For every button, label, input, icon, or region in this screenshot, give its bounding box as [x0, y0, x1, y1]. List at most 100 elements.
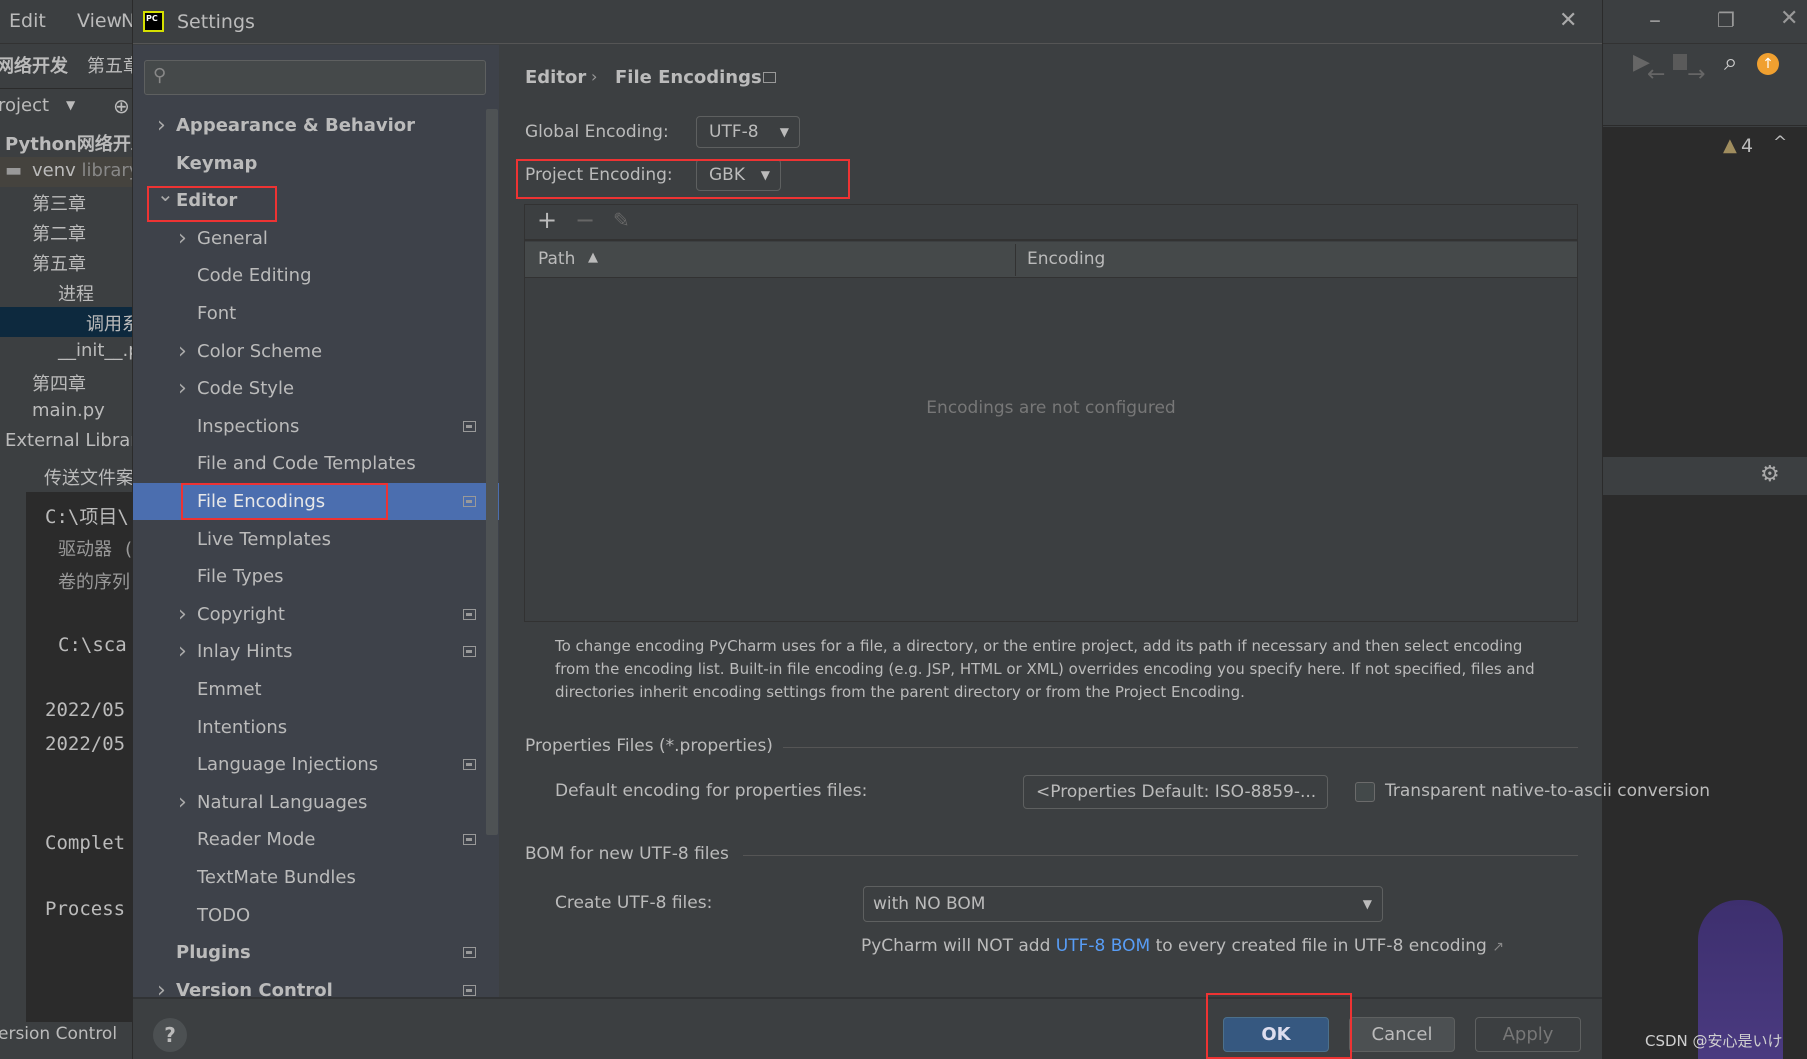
chevron-right-icon[interactable]: › [178, 633, 187, 670]
sidebar-item-code-editing[interactable]: Code Editing [133, 257, 499, 294]
sidebar-item-keymap[interactable]: Keymap [133, 145, 499, 182]
gear-icon[interactable]: ⚙ [1760, 462, 1780, 487]
chevron-up-icon[interactable]: ^ [1773, 133, 1787, 153]
close-icon[interactable]: ✕ [1559, 8, 1577, 33]
tree-item-file[interactable]: main.py [32, 400, 105, 421]
column-encoding[interactable]: Encoding [1027, 249, 1105, 269]
search-icon: ⚲ [153, 65, 167, 86]
update-icon[interactable]: ↑ [1757, 53, 1779, 75]
create-utf8-select[interactable]: with NO BOM ▼ [863, 886, 1383, 922]
native-to-ascii-checkbox[interactable] [1355, 782, 1375, 802]
back-arrow-icon[interactable]: ← [1647, 62, 1665, 87]
tree-item-venv[interactable]: venv library [32, 160, 132, 181]
sidebar-item-code-style[interactable]: › Code Style [133, 370, 499, 407]
tree-item-folder[interactable]: 第三章 [32, 190, 86, 216]
sidebar-scrollbar[interactable] [486, 109, 498, 835]
remove-icon[interactable]: − [575, 206, 595, 234]
sidebar-item-appearance-behavior[interactable]: › Appearance & Behavior [133, 107, 499, 144]
sidebar-item-language-injections[interactable]: Language Injections [133, 746, 499, 783]
sidebar-item-label: File Types [197, 566, 284, 588]
tree-item-file[interactable]: 调用系 [86, 310, 132, 336]
chevron-down-icon[interactable]: ▼ [66, 98, 75, 112]
sidebar-item-copyright[interactable]: › Copyright [133, 596, 499, 633]
menu-navigate[interactable]: N [121, 10, 132, 32]
sidebar-item-color-scheme[interactable]: › Color Scheme [133, 333, 499, 370]
project-view-selector[interactable]: roject [0, 95, 49, 116]
tree-item-folder[interactable]: 第五章 [32, 250, 86, 276]
chevron-right-icon[interactable]: › [178, 596, 187, 633]
help-button[interactable]: ? [153, 1018, 187, 1052]
chevron-right-icon[interactable]: › [157, 972, 166, 997]
menu-view[interactable]: View [77, 10, 122, 32]
restore-icon[interactable]: ❐ [1717, 8, 1735, 32]
sort-ascending-icon[interactable]: ▲ [588, 250, 598, 265]
stop-icon[interactable] [1673, 54, 1687, 70]
tree-item-libraries[interactable]: External Librar [5, 430, 132, 451]
sidebar-item-file-types[interactable]: File Types [133, 558, 499, 595]
add-icon[interactable]: + [537, 206, 557, 234]
sidebar-item-plugins[interactable]: Plugins [133, 934, 499, 971]
sidebar-item-inspections[interactable]: Inspections [133, 408, 499, 445]
properties-encoding-label: Default encoding for properties files: [555, 781, 868, 801]
menu-edit[interactable]: Edit [9, 10, 46, 32]
search-icon[interactable]: ⌕ [1724, 48, 1737, 76]
project-root[interactable]: Python网络开发 [5, 130, 132, 156]
help-text-line: from the encoding list. Built-in file en… [555, 660, 1535, 678]
sidebar-item-todo[interactable]: TODO [133, 897, 499, 934]
project-encoding-select[interactable]: GBK ▼ [696, 159, 781, 191]
tree-item-folder[interactable]: 第四章 [32, 370, 86, 396]
sidebar-item-label: TextMate Bundles [197, 867, 356, 888]
sidebar-item-version-control[interactable]: › Version Control [133, 972, 499, 997]
sidebar-item-inlay-hints[interactable]: › Inlay Hints [133, 633, 499, 670]
sidebar-item-file-and-code-templates[interactable]: File and Code Templates [133, 445, 499, 482]
locate-icon[interactable]: ⊕ [113, 94, 130, 118]
breadcrumb-parent[interactable]: Editor [525, 67, 586, 88]
apply-button[interactable]: Apply [1475, 1017, 1581, 1052]
sidebar-item-label: Color Scheme [197, 340, 323, 362]
ide-breadcrumb-project[interactable]: 网络开发 [0, 52, 68, 78]
sidebar-item-editor[interactable]: ⌄ Editor [133, 182, 499, 219]
chevron-right-icon[interactable]: › [178, 220, 187, 257]
ok-button[interactable]: OK [1223, 1017, 1329, 1052]
tree-item-folder[interactable]: 进程 [58, 280, 94, 306]
chevron-right-icon[interactable]: › [157, 107, 166, 144]
sidebar-item-file-encodings[interactable]: File Encodings [133, 483, 499, 520]
cancel-button[interactable]: Cancel [1349, 1017, 1455, 1052]
chevron-right-icon[interactable]: › [178, 333, 187, 370]
version-control-tab[interactable]: ersion Control [0, 1024, 117, 1044]
minimize-icon[interactable]: – [1649, 6, 1661, 34]
sidebar-item-general[interactable]: › General [133, 220, 499, 257]
search-field[interactable] [179, 65, 469, 90]
sidebar-item-live-templates[interactable]: Live Templates [133, 521, 499, 558]
forward-arrow-icon[interactable]: → [1687, 62, 1705, 87]
edit-icon[interactable]: ✎ [613, 208, 630, 232]
create-utf8-label: Create UTF-8 files: [555, 893, 713, 913]
sidebar-item-intentions[interactable]: Intentions [133, 709, 499, 746]
sidebar-item-textmate-bundles[interactable]: TextMate Bundles [133, 859, 499, 896]
sidebar-item-reader-mode[interactable]: Reader Mode [133, 821, 499, 858]
bom-note-text: to every created file in UTF-8 encoding [1150, 936, 1487, 956]
window-close-icon[interactable]: ✕ [1780, 6, 1798, 31]
chevron-down-icon[interactable]: ⌄ [157, 176, 174, 213]
pycharm-logo-icon: PC [143, 11, 164, 32]
help-text-line: To change encoding PyCharm uses for a fi… [555, 637, 1523, 655]
warning-icon[interactable]: ▲ [1723, 135, 1737, 156]
run-tab[interactable]: 传送文件案 [44, 464, 132, 490]
properties-encoding-select[interactable]: <Properties Default: ISO-8859-... [1023, 775, 1328, 809]
warning-count[interactable]: 4 [1741, 135, 1753, 157]
sidebar-item-natural-languages[interactable]: › Natural Languages [133, 784, 499, 821]
sidebar-item-font[interactable]: Font [133, 295, 499, 332]
chevron-right-icon[interactable]: › [178, 784, 187, 821]
column-path[interactable]: Path [538, 249, 575, 269]
bom-heading: BOM for new UTF-8 files [525, 844, 729, 864]
sidebar-item-emmet[interactable]: Emmet [133, 671, 499, 708]
ide-breadcrumb-folder[interactable]: 第五章 [87, 52, 132, 78]
tree-item-file[interactable]: __init__.p [58, 340, 132, 361]
global-encoding-select[interactable]: UTF-8 ▼ [696, 116, 800, 148]
utf8-bom-link[interactable]: UTF-8 BOM [1056, 936, 1150, 956]
tree-item-folder[interactable]: 第二章 [32, 220, 86, 246]
search-input[interactable]: ⚲ [144, 60, 486, 95]
native-to-ascii-label[interactable]: Transparent native-to-ascii conversion [1385, 781, 1710, 801]
watermark: CSDN @安心是いけ [1645, 1032, 1783, 1050]
chevron-right-icon[interactable]: › [178, 370, 187, 407]
